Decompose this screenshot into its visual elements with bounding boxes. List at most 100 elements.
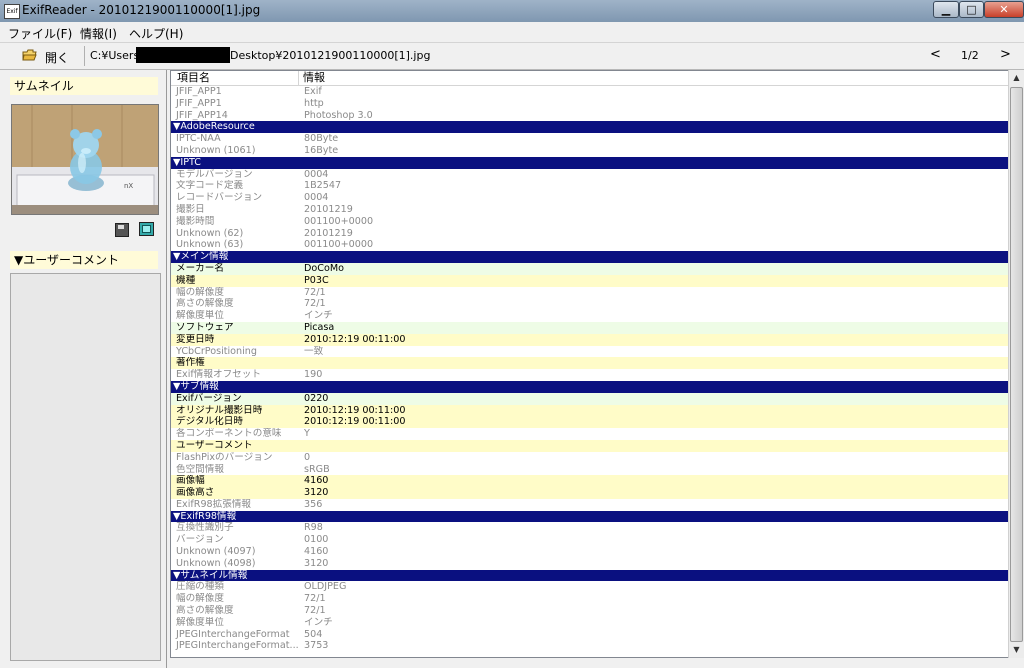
item-name: 互換性識別子 (176, 522, 234, 534)
list-item[interactable]: 画像幅 4160 (171, 475, 1009, 488)
item-value: R98 (304, 522, 323, 534)
item-name: 画像高さ (176, 487, 215, 499)
list-item[interactable]: JFIF_APP14 Photoshop 3.0 (171, 109, 1009, 122)
item-name: ソフトウェア (176, 321, 234, 333)
vertical-scrollbar[interactable]: ▲ ▼ (1008, 70, 1024, 658)
item-name: オリジナル撮影日時 (176, 404, 263, 416)
list-item[interactable]: IPTC-NAA 80Byte (171, 133, 1009, 145)
list-item[interactable]: Unknown (4097) 4160 (171, 546, 1009, 558)
item-value: 0 (304, 451, 311, 463)
list-item[interactable]: バージョン 0100 (171, 534, 1009, 546)
list-item[interactable]: 互換性識別子 R98 (171, 522, 1009, 534)
item-value: 356 (304, 498, 323, 510)
list-item[interactable]: 高さの解像度 72/1 (171, 298, 1009, 310)
item-value: 001100+0000 (304, 239, 374, 251)
view-image-icon[interactable] (139, 222, 154, 236)
section-header-row[interactable]: ▼サブ情報 (171, 380, 1009, 393)
page-indicator: 1/2 (961, 49, 979, 62)
item-value: 0220 (304, 392, 329, 404)
list-item[interactable]: Unknown (1061) 16Byte (171, 144, 1009, 157)
menu-help[interactable]: ヘルプ(H) (129, 25, 183, 42)
item-value: 2010:12:19 00:11:00 (304, 404, 406, 416)
list-item[interactable]: JPEGInterchangeFormat 504 (171, 629, 1009, 641)
column-header-name[interactable]: 項目名 (177, 71, 210, 85)
list-item[interactable]: Exif情報オフセット 190 (171, 369, 1009, 381)
prev-page-button[interactable]: < (930, 47, 941, 62)
list-item[interactable]: 各コンポーネントの意味 Y (171, 428, 1009, 440)
item-name: ▼AdobeResource (173, 121, 255, 133)
maximize-button[interactable]: □ (959, 1, 984, 18)
item-name: Unknown (62) (176, 227, 244, 239)
list-item[interactable]: Exifバージョン 0220 (171, 392, 1009, 405)
list-item[interactable]: 機種 P03C (171, 274, 1009, 287)
user-comment-header: ▼ユーザーコメント (10, 251, 158, 269)
list-item[interactable]: 高さの解像度 72/1 (171, 605, 1009, 617)
maximize-icon: □ (966, 3, 977, 16)
list-item[interactable]: 撮影日 20101219 (171, 204, 1009, 216)
item-name: 著作権 (176, 357, 205, 369)
item-value: 3120 (304, 557, 329, 569)
item-name: ユーザーコメント (176, 439, 253, 451)
list-item[interactable]: 色空間情報 sRGB (171, 463, 1009, 476)
item-name: 解像度単位 (176, 310, 224, 322)
open-button[interactable]: 開く (22, 47, 74, 65)
exif-list[interactable]: 項目名 情報 JFIF_APP1 Exif JFIF_APP1 http JFIF_AP… (170, 70, 1010, 658)
item-value: sRGB (304, 463, 330, 475)
minimize-button[interactable]: ▁ (933, 1, 959, 18)
menu-file[interactable]: ファイル(F) (8, 25, 72, 42)
list-item[interactable]: 圧縮の種類 OLDJPEG (171, 581, 1009, 593)
menu-info[interactable]: 情報(I) (80, 25, 117, 42)
list-item[interactable]: 解像度単位 インチ (171, 310, 1009, 322)
list-item[interactable]: ユーザーコメント (171, 439, 1009, 452)
item-value: DoCoMo (304, 262, 344, 274)
list-item[interactable]: レコードバージョン 0004 (171, 192, 1009, 204)
section-header-row[interactable]: ▼IPTC (171, 156, 1009, 169)
list-item[interactable]: オリジナル撮影日時 2010:12:19 00:11:00 (171, 404, 1009, 417)
list-item[interactable]: Unknown (4098) 3120 (171, 557, 1009, 570)
section-header-row[interactable]: ▼メイン情報 (171, 251, 1009, 263)
list-item[interactable]: 撮影時間 001100+0000 (171, 216, 1009, 228)
list-item[interactable]: Unknown (63) 001100+0000 (171, 239, 1009, 251)
list-item[interactable]: モデルバージョン 0004 (171, 169, 1009, 181)
list-item[interactable]: JFIF_APP1 Exif (171, 86, 1009, 98)
list-item[interactable]: YCbCrPositioning 一致 (171, 346, 1009, 358)
list-item[interactable]: メーカー名 DoCoMo (171, 262, 1009, 275)
list-item[interactable]: 画像高さ 3120 (171, 487, 1009, 499)
close-button[interactable]: ✕ (984, 1, 1024, 18)
list-item[interactable]: FlashPixのバージョン 0 (171, 451, 1009, 464)
section-header-row[interactable]: ▼AdobeResource (171, 121, 1009, 134)
list-item[interactable]: JFIF_APP1 http (171, 97, 1009, 110)
item-value: インチ (304, 310, 333, 322)
title-bar[interactable]: Exif ExifReader - 2010121900110000[1].jp… (0, 0, 1024, 23)
item-value: 72/1 (304, 286, 326, 298)
section-header-row[interactable]: ▼サムネイル情報 (171, 569, 1009, 582)
item-name: 圧縮の種類 (176, 581, 224, 593)
column-header-value[interactable]: 情報 (303, 71, 325, 85)
list-item[interactable]: 幅の解像度 72/1 (171, 286, 1009, 299)
list-item[interactable]: 解像度単位 インチ (171, 617, 1009, 629)
save-icon[interactable] (115, 223, 129, 237)
list-item[interactable]: Unknown (62) 20101219 (171, 227, 1009, 240)
item-name: 幅の解像度 (176, 286, 224, 298)
item-value: 190 (304, 369, 323, 381)
item-value: 16Byte (304, 144, 339, 156)
item-value: Photoshop 3.0 (304, 109, 373, 121)
user-comment-box[interactable] (10, 273, 161, 661)
column-separator[interactable] (298, 71, 299, 85)
list-item[interactable]: ソフトウェア Picasa (171, 321, 1009, 334)
scroll-thumb[interactable] (1010, 87, 1023, 642)
list-item[interactable]: JPEGInterchangeFormat... 3753 (171, 640, 1009, 652)
section-header-row[interactable]: ▼ExifR98情報 (171, 510, 1009, 523)
next-page-button[interactable]: > (1000, 47, 1011, 62)
list-item[interactable]: 著作権 (171, 357, 1009, 370)
item-name: JFIF_APP14 (176, 109, 228, 121)
list-item[interactable]: 幅の解像度 72/1 (171, 593, 1009, 605)
list-item[interactable]: 文字コード定義 1B2547 (171, 180, 1009, 192)
list-item[interactable]: ExifR98拡張情報 356 (171, 498, 1009, 511)
list-item[interactable]: デジタル化日時 2010:12:19 00:11:00 (171, 416, 1009, 429)
scroll-up-icon[interactable]: ▲ (1010, 71, 1023, 85)
item-name: JPEGInterchangeFormat... (176, 640, 299, 652)
scroll-down-icon[interactable]: ▼ (1010, 643, 1023, 657)
list-item[interactable]: 変更日時 2010:12:19 00:11:00 (171, 333, 1009, 346)
item-value: http (304, 97, 324, 109)
